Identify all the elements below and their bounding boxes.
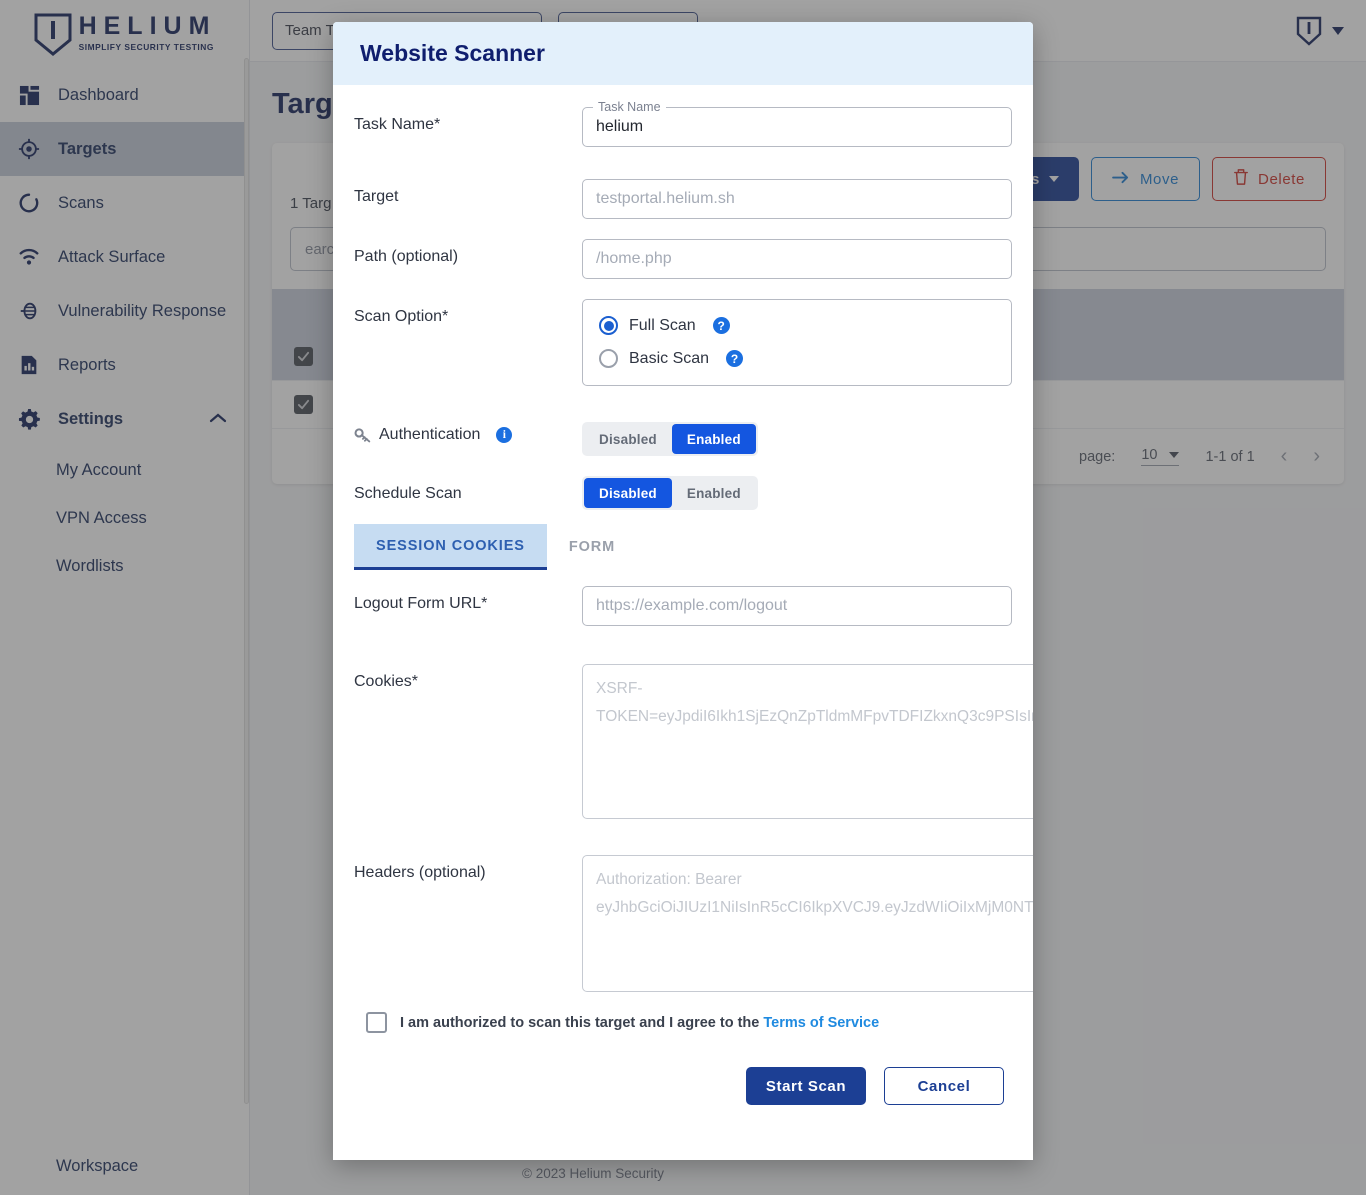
cookies-row: Cookies* XSRF-TOKEN=eyJpdiI6Ikh1SjEzQnZp… bbox=[354, 664, 1033, 819]
radio-unselected-icon bbox=[599, 349, 618, 368]
cookies-placeholder: XSRF-TOKEN=eyJpdiI6Ikh1SjEzQnZpTldmMFpvT… bbox=[596, 680, 1033, 725]
task-name-value: helium bbox=[596, 118, 644, 135]
cookies-label: Cookies* bbox=[354, 673, 419, 690]
dialog-header: Website Scanner bbox=[333, 22, 1033, 85]
headers-label: Headers (optional) bbox=[354, 864, 486, 881]
terms-of-service-link[interactable]: Terms of Service bbox=[763, 1015, 879, 1031]
headers-row: Headers (optional) Authorization: Bearer… bbox=[354, 855, 1033, 992]
info-icon[interactable]: i bbox=[496, 427, 513, 443]
authentication-label: Authentication bbox=[379, 426, 481, 443]
target-placeholder: testportal.helium.sh bbox=[596, 190, 735, 207]
scan-option-row: Scan Option* Full Scan ? Basic Scan ? bbox=[354, 299, 1012, 386]
authentication-label-wrap: Authentication i bbox=[354, 422, 582, 444]
logout-url-label: Logout Form URL* bbox=[354, 595, 488, 612]
schedule-scan-row: Schedule Scan Disabled Enabled bbox=[354, 476, 1012, 510]
cookies-textarea[interactable]: XSRF-TOKEN=eyJpdiI6Ikh1SjEzQnZpTldmMFpvT… bbox=[582, 664, 1033, 819]
path-row: Path (optional) /home.php bbox=[354, 239, 1012, 279]
radio-selected-icon bbox=[599, 316, 618, 335]
agree-checkbox[interactable] bbox=[366, 1012, 387, 1033]
scan-option-label: Scan Option* bbox=[354, 308, 449, 325]
agree-text: I am authorized to scan this target and … bbox=[400, 1014, 764, 1031]
path-placeholder: /home.php bbox=[596, 250, 672, 267]
target-input[interactable]: testportal.helium.sh bbox=[582, 179, 1012, 219]
headers-placeholder: Authorization: Bearer eyJhbGciOiJIUzI1Ni… bbox=[596, 871, 1033, 916]
schedule-toggle: Disabled Enabled bbox=[582, 476, 758, 510]
help-icon[interactable]: ? bbox=[726, 350, 744, 367]
radio-basic-scan[interactable]: Basic Scan ? bbox=[599, 345, 995, 372]
target-label: Target bbox=[354, 188, 399, 205]
task-name-legend: Task Name bbox=[593, 100, 666, 114]
authorization-agreement: I am authorized to scan this target and … bbox=[366, 1012, 1012, 1033]
scan-option-group: Full Scan ? Basic Scan ? bbox=[582, 299, 1012, 386]
agree-text-wrap: I am authorized to scan this target and … bbox=[400, 1015, 879, 1031]
tab-session-cookies[interactable]: SESSION COOKIES bbox=[354, 524, 547, 570]
logout-url-row: Logout Form URL* https://example.com/log… bbox=[354, 586, 1012, 626]
cancel-button[interactable]: Cancel bbox=[884, 1067, 1004, 1105]
radio-label: Full Scan bbox=[629, 316, 696, 334]
authentication-enabled-button[interactable]: Enabled bbox=[671, 424, 756, 454]
key-icon bbox=[354, 427, 371, 444]
authentication-row: Authentication i Disabled Enabled bbox=[354, 422, 1012, 456]
task-name-label: Task Name* bbox=[354, 116, 441, 133]
schedule-disabled-button[interactable]: Disabled bbox=[584, 478, 672, 508]
schedule-enabled-button[interactable]: Enabled bbox=[672, 478, 756, 508]
authentication-toggle: Disabled Enabled bbox=[582, 422, 758, 456]
logout-url-placeholder: https://example.com/logout bbox=[596, 597, 788, 614]
headers-textarea[interactable]: Authorization: Bearer eyJhbGciOiJIUzI1Ni… bbox=[582, 855, 1033, 992]
schedule-scan-label: Schedule Scan bbox=[354, 485, 462, 502]
dialog-body: Task Name* Task Name helium Target testp… bbox=[333, 85, 1033, 1105]
help-icon[interactable]: ? bbox=[712, 317, 730, 334]
dialog-title: Website Scanner bbox=[360, 40, 545, 66]
target-row: Target testportal.helium.sh bbox=[354, 179, 1012, 219]
tab-form[interactable]: FORM bbox=[547, 524, 637, 570]
task-name-input[interactable]: Task Name helium bbox=[582, 100, 1012, 147]
path-input[interactable]: /home.php bbox=[582, 239, 1012, 279]
dialog-actions: Start Scan Cancel bbox=[354, 1033, 1012, 1105]
auth-method-tabs: SESSION COOKIES FORM bbox=[354, 524, 1012, 570]
logout-url-input[interactable]: https://example.com/logout bbox=[582, 586, 1012, 626]
radio-full-scan[interactable]: Full Scan ? bbox=[599, 312, 995, 339]
start-scan-button[interactable]: Start Scan bbox=[746, 1067, 866, 1105]
authentication-disabled-button[interactable]: Disabled bbox=[584, 424, 672, 454]
radio-label: Basic Scan bbox=[629, 349, 710, 367]
path-label: Path (optional) bbox=[354, 248, 459, 265]
website-scanner-dialog: Website Scanner Task Name* Task Name hel… bbox=[333, 22, 1033, 1160]
task-name-row: Task Name* Task Name helium bbox=[354, 100, 1012, 147]
